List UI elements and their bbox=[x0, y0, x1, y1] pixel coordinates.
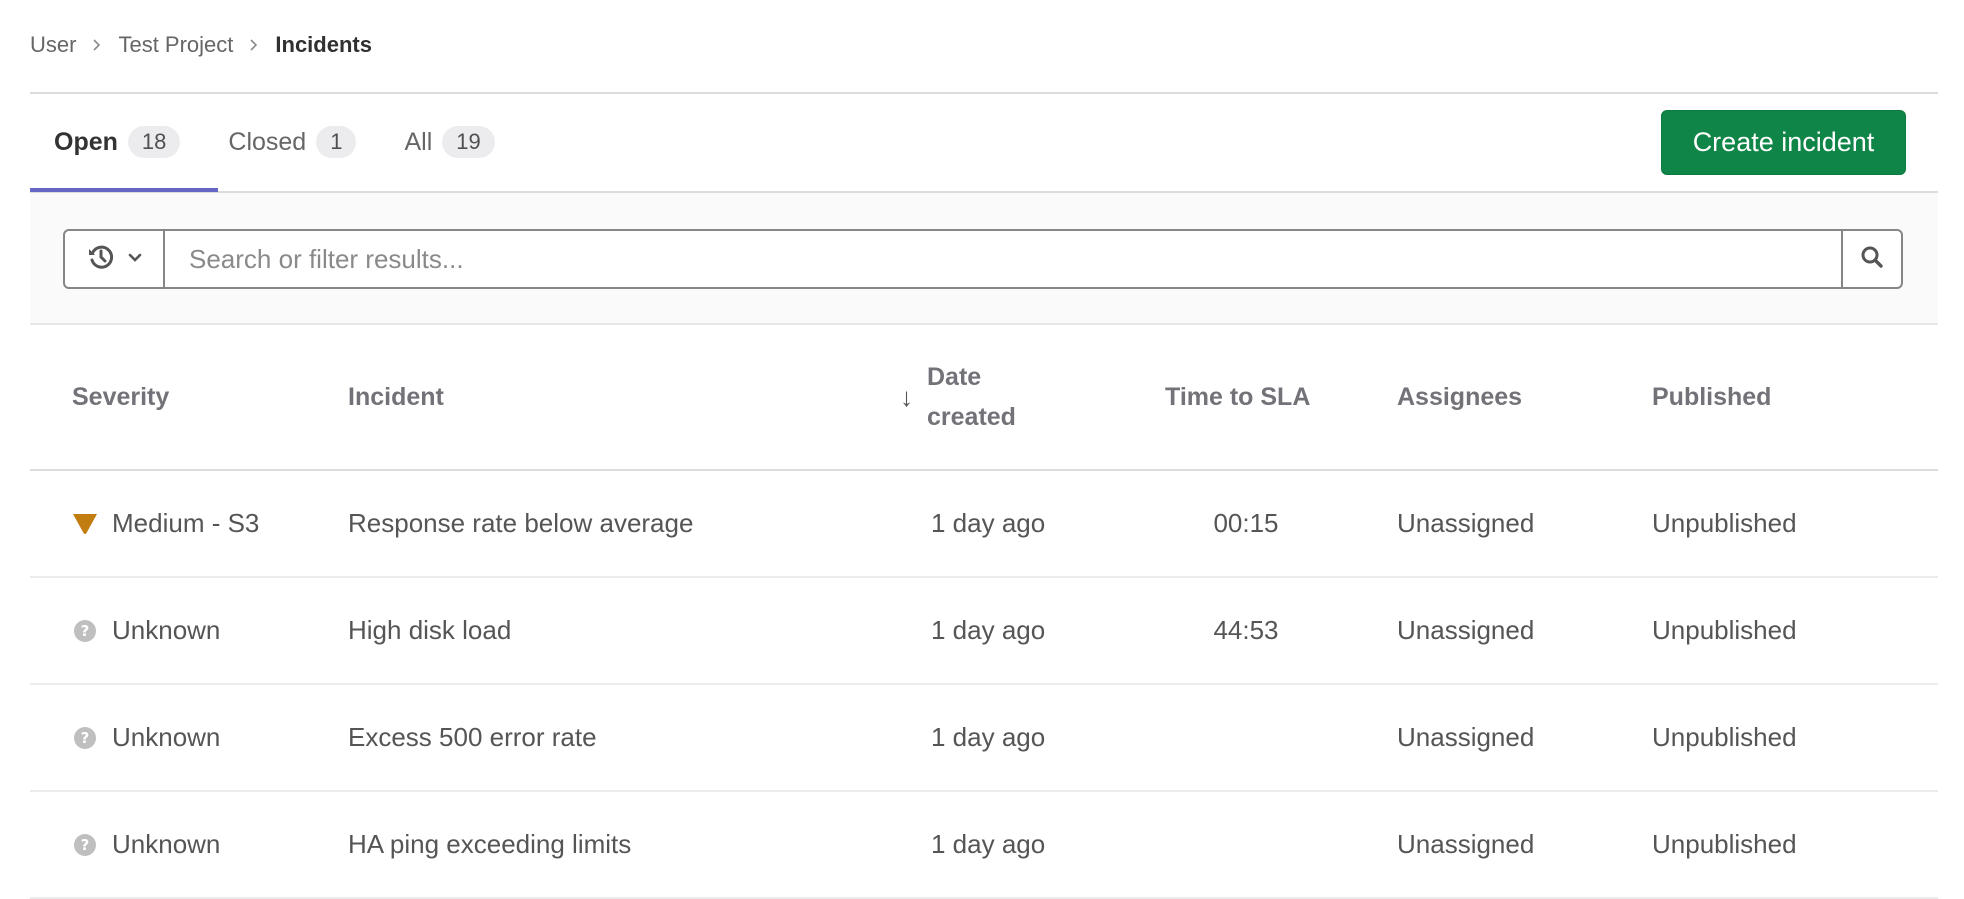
published-status: Unpublished bbox=[1652, 508, 1797, 538]
search-history-dropdown[interactable] bbox=[65, 231, 165, 287]
date-created: 1 day ago bbox=[931, 722, 1046, 752]
severity-label: Medium - S3 bbox=[112, 508, 260, 538]
time-to-sla: 00:15 bbox=[1213, 508, 1279, 538]
published-status: Unpublished bbox=[1652, 722, 1797, 752]
tab-open[interactable]: Open 18 bbox=[30, 94, 204, 190]
search-button[interactable] bbox=[1841, 231, 1901, 287]
time-to-sla bbox=[1165, 792, 1327, 897]
chevron-right-icon bbox=[249, 38, 259, 52]
severity-cell: ? Unknown bbox=[72, 685, 220, 790]
search-icon bbox=[1860, 245, 1884, 274]
column-header-time-to-sla[interactable]: Time to SLA bbox=[1165, 325, 1310, 469]
arrow-down-icon: ↓ bbox=[900, 381, 913, 412]
count-badge: 1 bbox=[316, 126, 357, 158]
svg-text:?: ? bbox=[81, 729, 90, 747]
table-row[interactable]: ? Unknown Excess 500 error rate 1 day ag… bbox=[30, 685, 1938, 792]
svg-text:?: ? bbox=[81, 622, 90, 640]
tab-all[interactable]: All 19 bbox=[380, 94, 518, 190]
time-to-sla bbox=[1165, 685, 1327, 790]
status-tabs: Open 18 Closed 1 All 19 bbox=[30, 94, 519, 190]
column-header-date-created[interactable]: ↓ Date created bbox=[900, 325, 1037, 469]
tab-label: Closed bbox=[228, 127, 307, 156]
column-header-assignees[interactable]: Assignees bbox=[1397, 325, 1522, 469]
breadcrumb: User Test Project Incidents bbox=[30, 28, 372, 62]
assignees: Unassigned bbox=[1397, 508, 1535, 538]
history-icon bbox=[86, 242, 116, 277]
count-badge: 18 bbox=[127, 126, 181, 158]
assignees: Unassigned bbox=[1397, 722, 1535, 752]
table-header: Severity Incident ↓ Date created Time to… bbox=[30, 325, 1938, 471]
severity-unknown-icon: ? bbox=[72, 832, 98, 858]
date-created: 1 day ago bbox=[931, 829, 1046, 859]
severity-label: Unknown bbox=[112, 722, 221, 752]
assignees: Unassigned bbox=[1397, 829, 1535, 859]
chevron-down-icon bbox=[128, 250, 142, 268]
incident-title[interactable]: High disk load bbox=[348, 578, 511, 683]
svg-text:?: ? bbox=[81, 836, 90, 854]
date-created: 1 day ago bbox=[931, 508, 1046, 538]
time-to-sla: 44:53 bbox=[1213, 615, 1279, 645]
column-header-published[interactable]: Published bbox=[1652, 325, 1771, 469]
table-row[interactable]: ? Unknown High disk load 1 day ago 44:53… bbox=[30, 578, 1938, 685]
severity-cell: ? Unknown bbox=[72, 578, 220, 683]
assignees: Unassigned bbox=[1397, 615, 1535, 645]
breadcrumb-test-project[interactable]: Test Project bbox=[118, 32, 233, 58]
incidents-table: Severity Incident ↓ Date created Time to… bbox=[30, 325, 1938, 899]
breadcrumb-incidents[interactable]: Incidents bbox=[275, 32, 372, 58]
severity-cell: Medium - S3 bbox=[72, 471, 259, 576]
severity-label: Unknown bbox=[112, 615, 221, 645]
incident-title[interactable]: Excess 500 error rate bbox=[348, 685, 597, 790]
chevron-right-icon bbox=[92, 38, 102, 52]
severity-cell: ? Unknown bbox=[72, 792, 220, 897]
column-header-severity[interactable]: Severity bbox=[72, 325, 169, 469]
published-status: Unpublished bbox=[1652, 615, 1797, 645]
incident-title[interactable]: Response rate below average bbox=[348, 471, 693, 576]
column-header-label: Date created bbox=[927, 363, 1016, 431]
incident-title[interactable]: HA ping exceeding limits bbox=[348, 792, 631, 897]
tab-label: All bbox=[404, 127, 433, 156]
filter-bar bbox=[30, 193, 1938, 323]
severity-unknown-icon: ? bbox=[72, 725, 98, 751]
breadcrumb-user[interactable]: User bbox=[30, 32, 76, 58]
tab-closed[interactable]: Closed 1 bbox=[204, 94, 380, 190]
date-created: 1 day ago bbox=[931, 615, 1046, 645]
published-status: Unpublished bbox=[1652, 829, 1797, 859]
filtered-search bbox=[63, 229, 1903, 289]
severity-medium-icon bbox=[72, 511, 98, 537]
count-badge: 19 bbox=[442, 126, 495, 158]
tab-label: Open bbox=[54, 127, 118, 156]
table-row[interactable]: Medium - S3 Response rate below average … bbox=[30, 471, 1938, 578]
severity-label: Unknown bbox=[112, 829, 221, 859]
search-input[interactable] bbox=[165, 231, 1841, 287]
severity-unknown-icon: ? bbox=[72, 618, 98, 644]
table-row[interactable]: ? Unknown HA ping exceeding limits 1 day… bbox=[30, 792, 1938, 899]
active-tab-indicator bbox=[30, 188, 218, 192]
create-incident-button[interactable]: Create incident bbox=[1661, 110, 1906, 175]
column-header-incident[interactable]: Incident bbox=[348, 325, 444, 469]
